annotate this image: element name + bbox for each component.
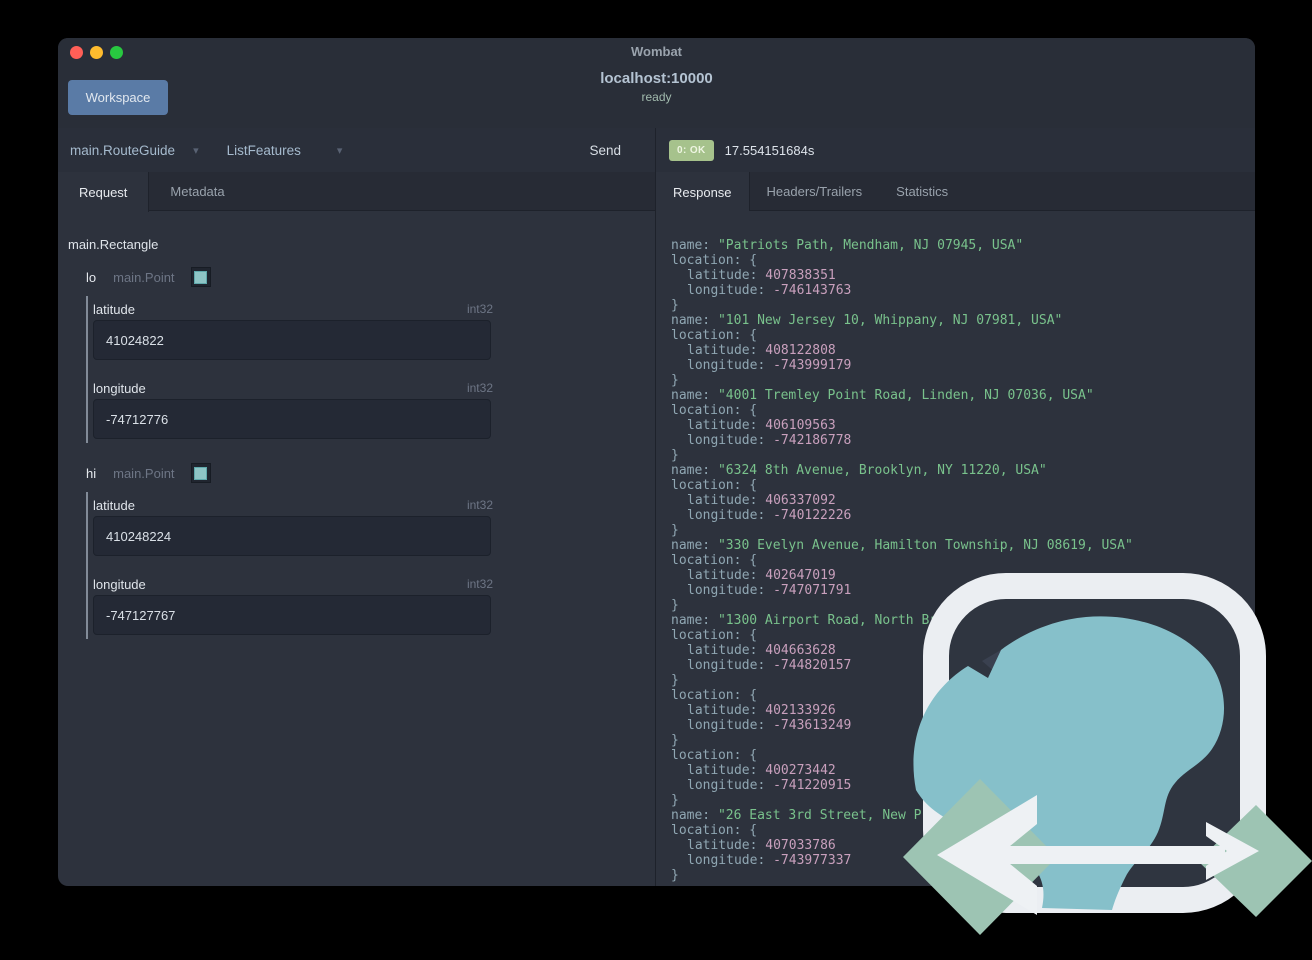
response-line: longitude: -740122226 [687,508,852,523]
input-type-label: int32 [466,498,493,512]
response-tabbar: Response Headers/Trailers Statistics [655,172,1255,212]
response-line: } [671,373,679,388]
response-line: latitude: 408122808 [687,343,836,358]
response-line: location: { [671,478,758,493]
send-button[interactable]: Send [589,143,621,158]
titlebar: Wombat [58,38,1255,65]
service-select[interactable]: main.RouteGuide [70,143,175,158]
input-label: latitude [93,497,135,513]
method-select[interactable]: ListFeatures [227,143,301,158]
lo-message-checkbox[interactable] [190,267,211,287]
response-toolbar: 0: OK 17.554151684s [655,128,1255,173]
request-toolbar: main.RouteGuide ▾ ListFeatures ▾ Send [58,128,655,173]
field-group-lo: lo main.Point latitude int32 41024822 longitu… [58,266,655,443]
wombat-logo [903,573,1312,935]
field-name-label: hi [86,465,97,481]
tab-response[interactable]: Response [656,172,750,212]
lo-longitude-input[interactable]: -74712776 [93,399,491,439]
response-line: name: "101 New Jersey 10, Whippany, NJ 0… [671,313,1063,328]
response-line: name: "330 Evelyn Avenue, Hamilton Towns… [671,538,1133,553]
checkbox-checked-icon [194,270,208,284]
input-label: latitude [93,301,135,317]
response-line: name: "4001 Tremley Point Road, Linden, … [671,388,1094,403]
request-tabbar: Request Metadata [58,172,655,212]
response-line: } [671,298,679,313]
field-type-label: main.Point [113,269,175,285]
response-line: longitude: -742186778 [687,433,852,448]
response-line: location: { [671,253,758,268]
field-group-hi: hi main.Point latitude int32 410248224 longit… [58,462,655,639]
response-line: name: "6324 8th Avenue, Brooklyn, NY 112… [671,463,1047,478]
field-header-lo: lo main.Point [86,266,655,288]
status-badge: 0: OK [669,139,714,161]
input-label: longitude [93,576,146,592]
response-line: } [671,523,679,538]
input-label: longitude [93,380,146,396]
tab-statistics[interactable]: Statistics [879,172,965,211]
lo-latitude-input[interactable]: 41024822 [93,320,491,360]
message-type-label: main.Rectangle [68,237,159,252]
tab-headers-trailers[interactable]: Headers/Trailers [750,172,880,211]
app-header: Workspace localhost:10000 ready [58,65,1255,129]
input-type-label: int32 [466,577,493,591]
response-line: latitude: 406337092 [687,493,836,508]
response-line: latitude: 407838351 [687,268,836,283]
input-type-label: int32 [466,381,493,395]
request-form: main.Rectangle lo main.Point latitude int32… [58,211,655,886]
tab-metadata[interactable]: Metadata [149,172,245,211]
chevron-down-icon[interactable]: ▾ [337,144,343,157]
checkbox-checked-icon [194,466,208,480]
desktop: { "window": { "title": "Wombat", "contro… [0,0,1312,960]
hi-longitude-input[interactable]: -747127767 [93,595,491,635]
hi-message-checkbox[interactable] [190,463,211,483]
field-name-label: lo [86,269,97,285]
hi-latitude-input[interactable]: 410248224 [93,516,491,556]
connection-status: ready [641,90,672,104]
target-host: localhost:10000 [600,70,713,87]
chevron-down-icon[interactable]: ▾ [193,144,199,157]
response-line: longitude: -746143763 [687,283,852,298]
response-line: latitude: 406109563 [687,418,836,433]
response-line: location: { [671,328,758,343]
response-line: location: { [671,403,758,418]
response-line: name: "Patriots Path, Mendham, NJ 07945,… [671,238,1024,253]
field-header-hi: hi main.Point [86,462,655,484]
window-title: Wombat [630,44,683,59]
input-type-label: int32 [466,302,493,316]
field-type-label: main.Point [113,465,175,481]
connection-info: localhost:10000 ready [58,70,1255,104]
response-line: } [671,448,679,463]
tab-request[interactable]: Request [58,172,150,212]
response-line: longitude: -743999179 [687,358,852,373]
duration-label: 17.554151684s [724,142,815,158]
